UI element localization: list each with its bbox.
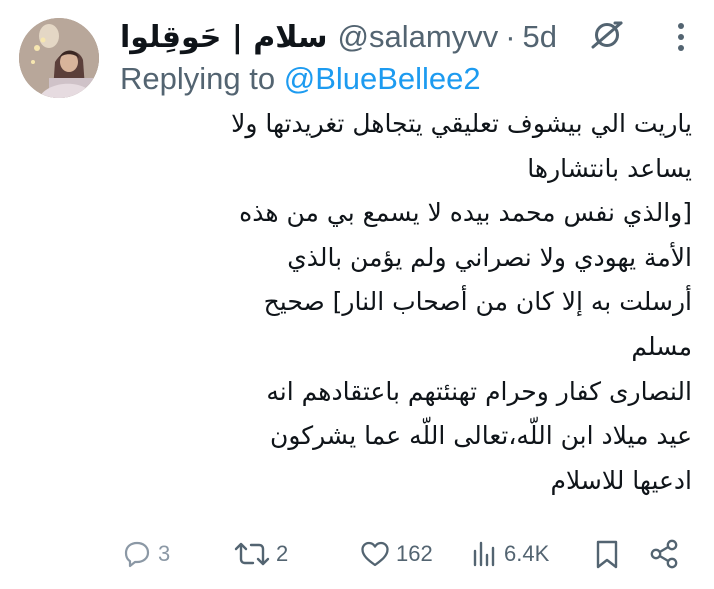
reply-mention-link[interactable]: @BlueBellee2 [284, 61, 481, 96]
tweet-text-line: الأمة يهودي ولا نصراني ولم يؤمن بالذي [287, 242, 692, 272]
grok-icon[interactable] [588, 20, 626, 50]
tweet-timestamp[interactable]: 5d [523, 19, 557, 55]
author-handle[interactable]: @salamyvv [338, 19, 499, 55]
replying-to: Replying to @BlueBellee2 [120, 56, 481, 102]
tweet-text-line: ياريت الي بيشوف تعليقي يتجاهل تغريدتها و… [231, 109, 692, 138]
repost-count: 2 [276, 541, 289, 566]
views-chart-icon [473, 541, 495, 567]
reply-count: 3 [158, 541, 171, 566]
more-icon[interactable] [664, 20, 698, 54]
avatar[interactable] [19, 18, 99, 98]
profile-photo-image [19, 18, 99, 98]
bookmark-button[interactable] [592, 534, 622, 574]
tweet: سلام | حَوقِلوا @salamyvv · 5d Replying … [0, 0, 714, 589]
views-button[interactable]: 6.4K [470, 534, 549, 574]
share-icon [650, 539, 678, 569]
reply-icon [124, 541, 150, 568]
like-button[interactable]: 162 [358, 534, 433, 574]
share-button[interactable] [648, 534, 680, 574]
tweet-text-line: ادعيها للاسلام [550, 465, 692, 495]
repost-button[interactable]: 2 [232, 534, 288, 574]
tweet-text-line: عيد ميلاد ابن اللّه،تعالى اللّه عما يشرك… [269, 421, 692, 451]
tweet-text: ياريت الي بيشوف تعليقي يتجاهل تغريدتها و… [120, 102, 692, 503]
tweet-text-line: النصارى كفار وحرام تهنئتهم باعتقادهم انه [266, 376, 692, 406]
tweet-text-line: [والذي نفس محمد بيده لا يسمع بي من هذه [239, 198, 692, 228]
header-separator: · [505, 19, 516, 54]
author-display-name[interactable]: سلام | حَوقِلوا [120, 20, 328, 55]
view-count: 6.4K [504, 541, 550, 566]
heart-icon [361, 541, 389, 567]
tweet-actions: 3 2 162 6.4K [120, 534, 680, 574]
tweet-text-line: مسلم [631, 331, 692, 361]
reply-button[interactable]: 3 [120, 534, 170, 574]
tweet-header: سلام | حَوقِلوا @salamyvv · 5d [120, 14, 557, 60]
tweet-text-line: يساعد بانتشارها [527, 153, 692, 183]
replying-to-label: Replying to [120, 61, 276, 96]
like-count: 162 [396, 541, 433, 566]
repost-icon [234, 542, 270, 566]
tweet-text-line: أرسلت به إلا كان من أصحاب النار] صحيح [263, 287, 692, 317]
bookmark-icon [596, 540, 618, 569]
